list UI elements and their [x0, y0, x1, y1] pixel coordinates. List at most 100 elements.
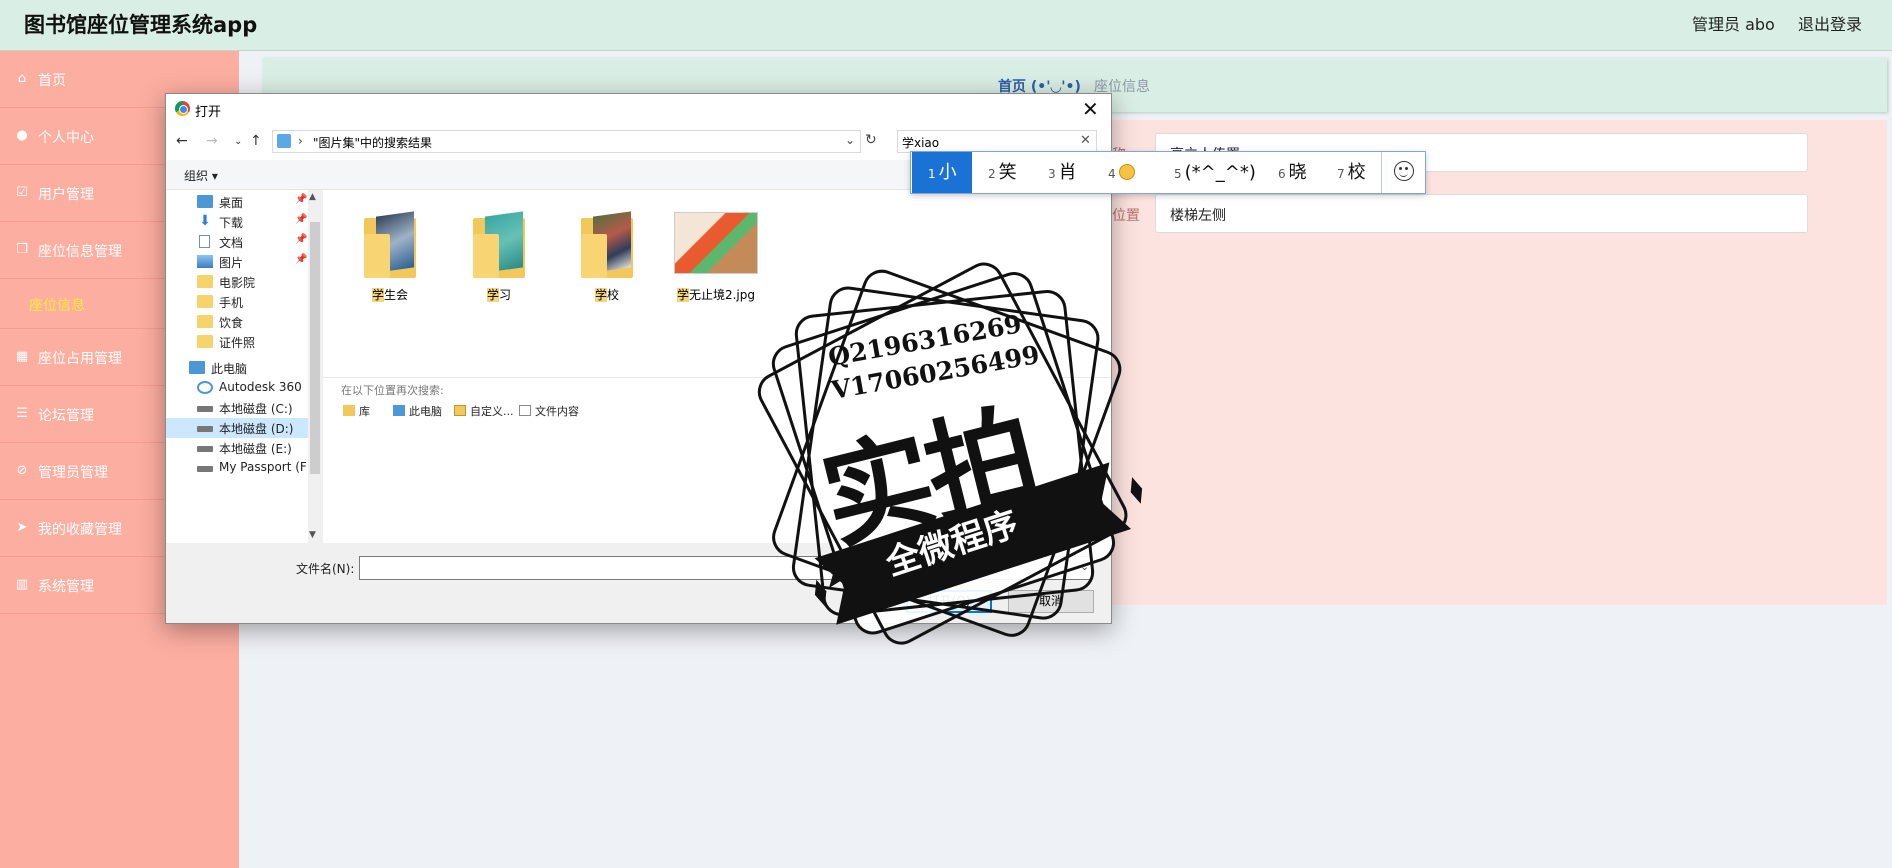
search-again-title: 在以下位置再次搜索:: [341, 384, 444, 397]
chevron-down-icon[interactable]: ⌄: [845, 133, 855, 147]
ime-candidate-7[interactable]: 7校: [1337, 152, 1366, 193]
tree-scroll-thumb[interactable]: [310, 222, 320, 474]
search-again-section: 在以下位置再次搜索: 库 此电脑 自定义... 文件内容: [323, 377, 1111, 543]
logout-link[interactable]: 退出登录: [1798, 11, 1862, 35]
chevron-down-icon[interactable]: ⌄: [1080, 560, 1089, 573]
ime-candidate-3[interactable]: 3肖: [1048, 152, 1077, 193]
forward-arrow-icon[interactable]: →: [206, 133, 218, 149]
clear-search-icon[interactable]: ✕: [1080, 133, 1091, 148]
cancel-button[interactable]: 取消: [1008, 590, 1094, 613]
open-button[interactable]: 打开(O): [906, 590, 992, 613]
dialog-titlebar: 打开 ✕: [166, 94, 1111, 124]
file-name: 学生会: [371, 288, 409, 302]
filename-input[interactable]: [359, 556, 1092, 580]
ime-candidate-6[interactable]: 6晓: [1278, 152, 1307, 193]
app-title: 图书馆座位管理系统app: [24, 13, 258, 37]
file-name: 学无止境2.jpg: [676, 288, 756, 302]
sidebar-item-label: 个人中心: [38, 130, 94, 146]
sidebar-item-label: 用户管理: [38, 187, 94, 203]
search-library-link[interactable]: 库: [343, 403, 370, 419]
folder-icon: [197, 275, 213, 288]
ime-candidate-2[interactable]: 2笑: [988, 152, 1017, 193]
sidebar-item-label: 系统管理: [38, 579, 94, 595]
drive-icon: [197, 426, 213, 432]
pin-icon: 📌: [295, 254, 308, 265]
ime-candidate-bar: 1小 2笑 3肖 4 5 (*^_^*) 6晓 7校: [910, 151, 1426, 194]
folder-icon: [197, 335, 213, 348]
tree-item-my-passport[interactable]: My Passport (F: [197, 458, 308, 478]
drive-icon: [197, 406, 213, 412]
tree-item-pictures[interactable]: 图片 📌: [197, 252, 307, 272]
ime-candidate-5[interactable]: 5 (*^_^*): [1174, 152, 1256, 193]
folder-icon: [473, 211, 525, 278]
scroll-up-icon[interactable]: ▲: [309, 192, 316, 202]
pictures-icon: [197, 255, 213, 268]
tree-item-disk-e[interactable]: 本地磁盘 (E:): [197, 438, 307, 458]
file-item-study[interactable]: 学习: [453, 200, 545, 310]
chevron-right-icon: ›: [298, 134, 303, 148]
ime-candidate-1[interactable]: 1小: [912, 152, 972, 193]
tree-item-disk-d[interactable]: 本地磁盘 (D:): [166, 418, 308, 438]
sidebar-item-label: 我的收藏管理: [38, 522, 122, 538]
filename-label: 文件名(N):: [296, 562, 355, 576]
library-icon: [343, 405, 355, 416]
scroll-down-icon[interactable]: ▼: [309, 530, 316, 540]
drive-icon: [197, 446, 213, 452]
organize-menu[interactable]: 组织 ▾: [184, 167, 218, 184]
recent-dropdown-icon[interactable]: ⌄: [234, 136, 242, 147]
pin-icon: 📌: [295, 194, 308, 205]
list-icon: ☰: [16, 406, 28, 421]
tree-item-phone[interactable]: 手机: [197, 292, 307, 312]
tree-item-desktop[interactable]: 桌面 📌: [197, 192, 307, 212]
computer-icon: [393, 405, 405, 416]
search-file-contents-link[interactable]: 文件内容: [519, 403, 579, 419]
address-text: "图片集"中的搜索结果: [313, 136, 433, 150]
copy-icon: ❐: [16, 242, 28, 257]
desktop-icon: [197, 195, 213, 208]
folder-icon: [454, 405, 466, 416]
search-this-pc-link[interactable]: 此电脑: [393, 403, 442, 419]
tree-item-id-photos[interactable]: 证件照: [197, 332, 307, 352]
tree-item-disk-c[interactable]: 本地磁盘 (C:): [197, 398, 307, 418]
folder-icon: [364, 211, 416, 278]
pin-icon: 📌: [295, 214, 308, 225]
tree-item-autodesk[interactable]: Autodesk 360: [197, 378, 307, 398]
download-arrow-icon: ⬇: [199, 213, 211, 229]
address-bar[interactable]: › "图片集"中的搜索结果 ⌄: [272, 130, 861, 153]
tree-item-downloads[interactable]: ⬇ 下载 📌: [197, 212, 307, 232]
smiley-icon[interactable]: [1394, 161, 1414, 181]
sidebar-item-label: 管理员管理: [38, 465, 108, 481]
search-custom-link[interactable]: 自定义...: [454, 403, 514, 419]
tree-item-this-pc[interactable]: 此电脑: [189, 358, 307, 378]
tree-item-food[interactable]: 饮食: [197, 312, 307, 332]
user-icon: ●: [16, 128, 28, 143]
seat-location-input[interactable]: 楼梯左侧: [1155, 194, 1808, 233]
tree-item-documents[interactable]: 文档 📌: [197, 232, 307, 252]
pin-icon: 📌: [295, 234, 308, 245]
cloud-icon: [197, 381, 213, 394]
file-name: 学习: [486, 288, 512, 302]
search-input[interactable]: 学xiao ✕: [897, 130, 1097, 153]
file-item-student-union[interactable]: 学生会: [344, 200, 436, 310]
close-icon[interactable]: ✕: [1082, 97, 1099, 121]
navigation-tree: 桌面 📌 ⬇ 下载 📌 文档 📌 图片 📌 电影院 手机 饮食 证件照 此电脑 …: [166, 190, 322, 543]
bell-slash-icon: ⊘: [16, 463, 28, 478]
folder-icon: [197, 295, 213, 308]
file-item-endless-learning-jpg[interactable]: 学无止境2.jpg: [670, 200, 762, 310]
grid-icon: ▦: [15, 349, 29, 364]
file-item-school[interactable]: 学校: [561, 200, 653, 310]
tree-item-cinema[interactable]: 电影院: [197, 272, 307, 292]
sidebar-item-label: 座位信息管理: [38, 244, 122, 260]
refresh-icon[interactable]: ↻: [865, 132, 877, 148]
document-icon: [519, 405, 531, 416]
sidebar-item-label: 论坛管理: [38, 408, 94, 424]
ime-divider: [1381, 152, 1382, 193]
search-text: 学xiao: [902, 136, 940, 150]
dialog-title: 打开: [195, 105, 222, 120]
ime-candidate-4[interactable]: 4: [1108, 152, 1135, 193]
back-arrow-icon[interactable]: ←: [176, 133, 188, 149]
sidebar-item-label: 座位占用管理: [38, 351, 122, 367]
check-square-icon: ☑: [16, 185, 28, 200]
up-arrow-icon[interactable]: ↑: [250, 133, 262, 149]
folder-icon: [581, 211, 633, 278]
